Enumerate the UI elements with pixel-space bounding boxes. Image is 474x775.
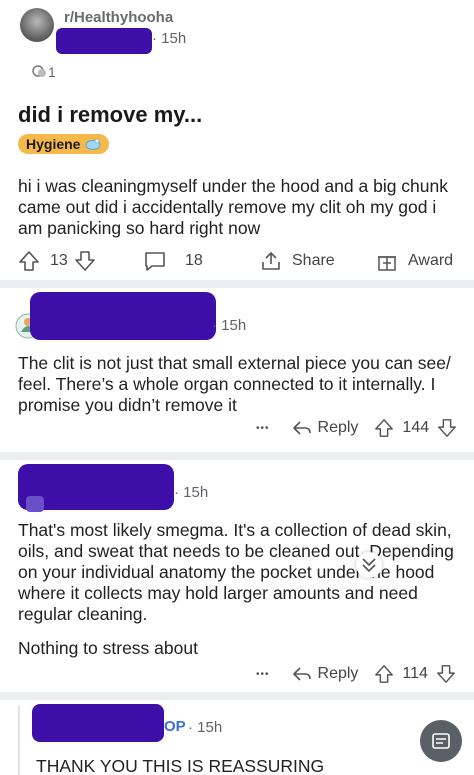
upvote-icon[interactable] (18, 250, 40, 272)
reply-icon[interactable] (292, 665, 312, 683)
redacted-username (56, 28, 152, 54)
comment-body: The clit is not just that small external… (18, 353, 451, 415)
upvote-icon[interactable] (374, 418, 394, 438)
downvote-icon[interactable] (437, 418, 457, 438)
comment-2: · 15h That's most likely smegma. It's a … (0, 460, 474, 690)
post-action-bar: 13 18 Share Award (0, 246, 474, 276)
comment-icon (143, 250, 167, 272)
upvote-icon[interactable] (374, 664, 394, 684)
reply-button[interactable]: Reply (318, 419, 359, 437)
post-score: 13 (50, 252, 68, 269)
post-body: hi i was cleaningmyself under the hood a… (18, 176, 448, 238)
comment-count: 18 (185, 252, 203, 269)
redacted-username (32, 704, 164, 742)
award-button[interactable]: Award (376, 250, 453, 272)
collapse-thread-icon[interactable] (356, 552, 382, 578)
op-badge: OP (164, 718, 186, 735)
commenter-avatar[interactable] (26, 496, 44, 512)
comment-score: 144 (402, 419, 430, 436)
comment-actions: ••• Reply 114 (256, 664, 456, 684)
comment-1: · 15h The clit is not just that small ex… (0, 288, 474, 448)
section-divider (0, 280, 474, 288)
more-options-button[interactable]: ••• (256, 669, 270, 680)
share-button[interactable]: Share (260, 250, 335, 272)
translate-icon (430, 730, 452, 752)
section-divider (0, 452, 474, 460)
downvote-icon[interactable] (436, 664, 456, 684)
thread-line (18, 706, 20, 775)
section-divider (0, 692, 474, 700)
redacted-username (30, 292, 216, 340)
comment-body: THANK YOU THIS IS REASSURING (36, 756, 325, 775)
subreddit-name[interactable]: r/Healthyhooha (64, 9, 173, 26)
award-badge-icon (32, 65, 48, 79)
vote-group: 13 (18, 250, 96, 272)
comments-button[interactable]: 18 (143, 250, 203, 272)
downvote-icon[interactable] (74, 250, 96, 272)
translate-button[interactable] (420, 720, 462, 762)
share-icon (260, 250, 282, 272)
post-title[interactable]: did i remove my... (18, 102, 202, 128)
flair-tag[interactable]: Hygiene (18, 134, 110, 154)
post-header: r/Healthyhooha · 15h 1 (0, 0, 474, 90)
comment-actions: ••• Reply 144 (256, 418, 457, 438)
comment-3: OP · 15h THANK YOU THIS IS REASSURING (0, 700, 474, 775)
reply-button[interactable]: Reply (318, 665, 359, 683)
reply-icon[interactable] (292, 419, 312, 437)
subreddit-avatar[interactable] (20, 8, 54, 42)
comment-body-line: Nothing to stress about (18, 638, 198, 658)
flair-badge: 1 (32, 64, 56, 80)
comment-score: 114 (402, 665, 428, 682)
comment-time: · 15h (174, 484, 209, 501)
award-icon (376, 250, 398, 272)
soap-icon (85, 138, 101, 150)
comment-body: That's most likely smegma. It's a collec… (18, 520, 454, 624)
post-time: · 15h (152, 30, 187, 47)
more-options-button[interactable]: ••• (256, 423, 270, 434)
comment-time: · 15h (188, 719, 223, 736)
comment-time: · 15h (212, 317, 247, 334)
